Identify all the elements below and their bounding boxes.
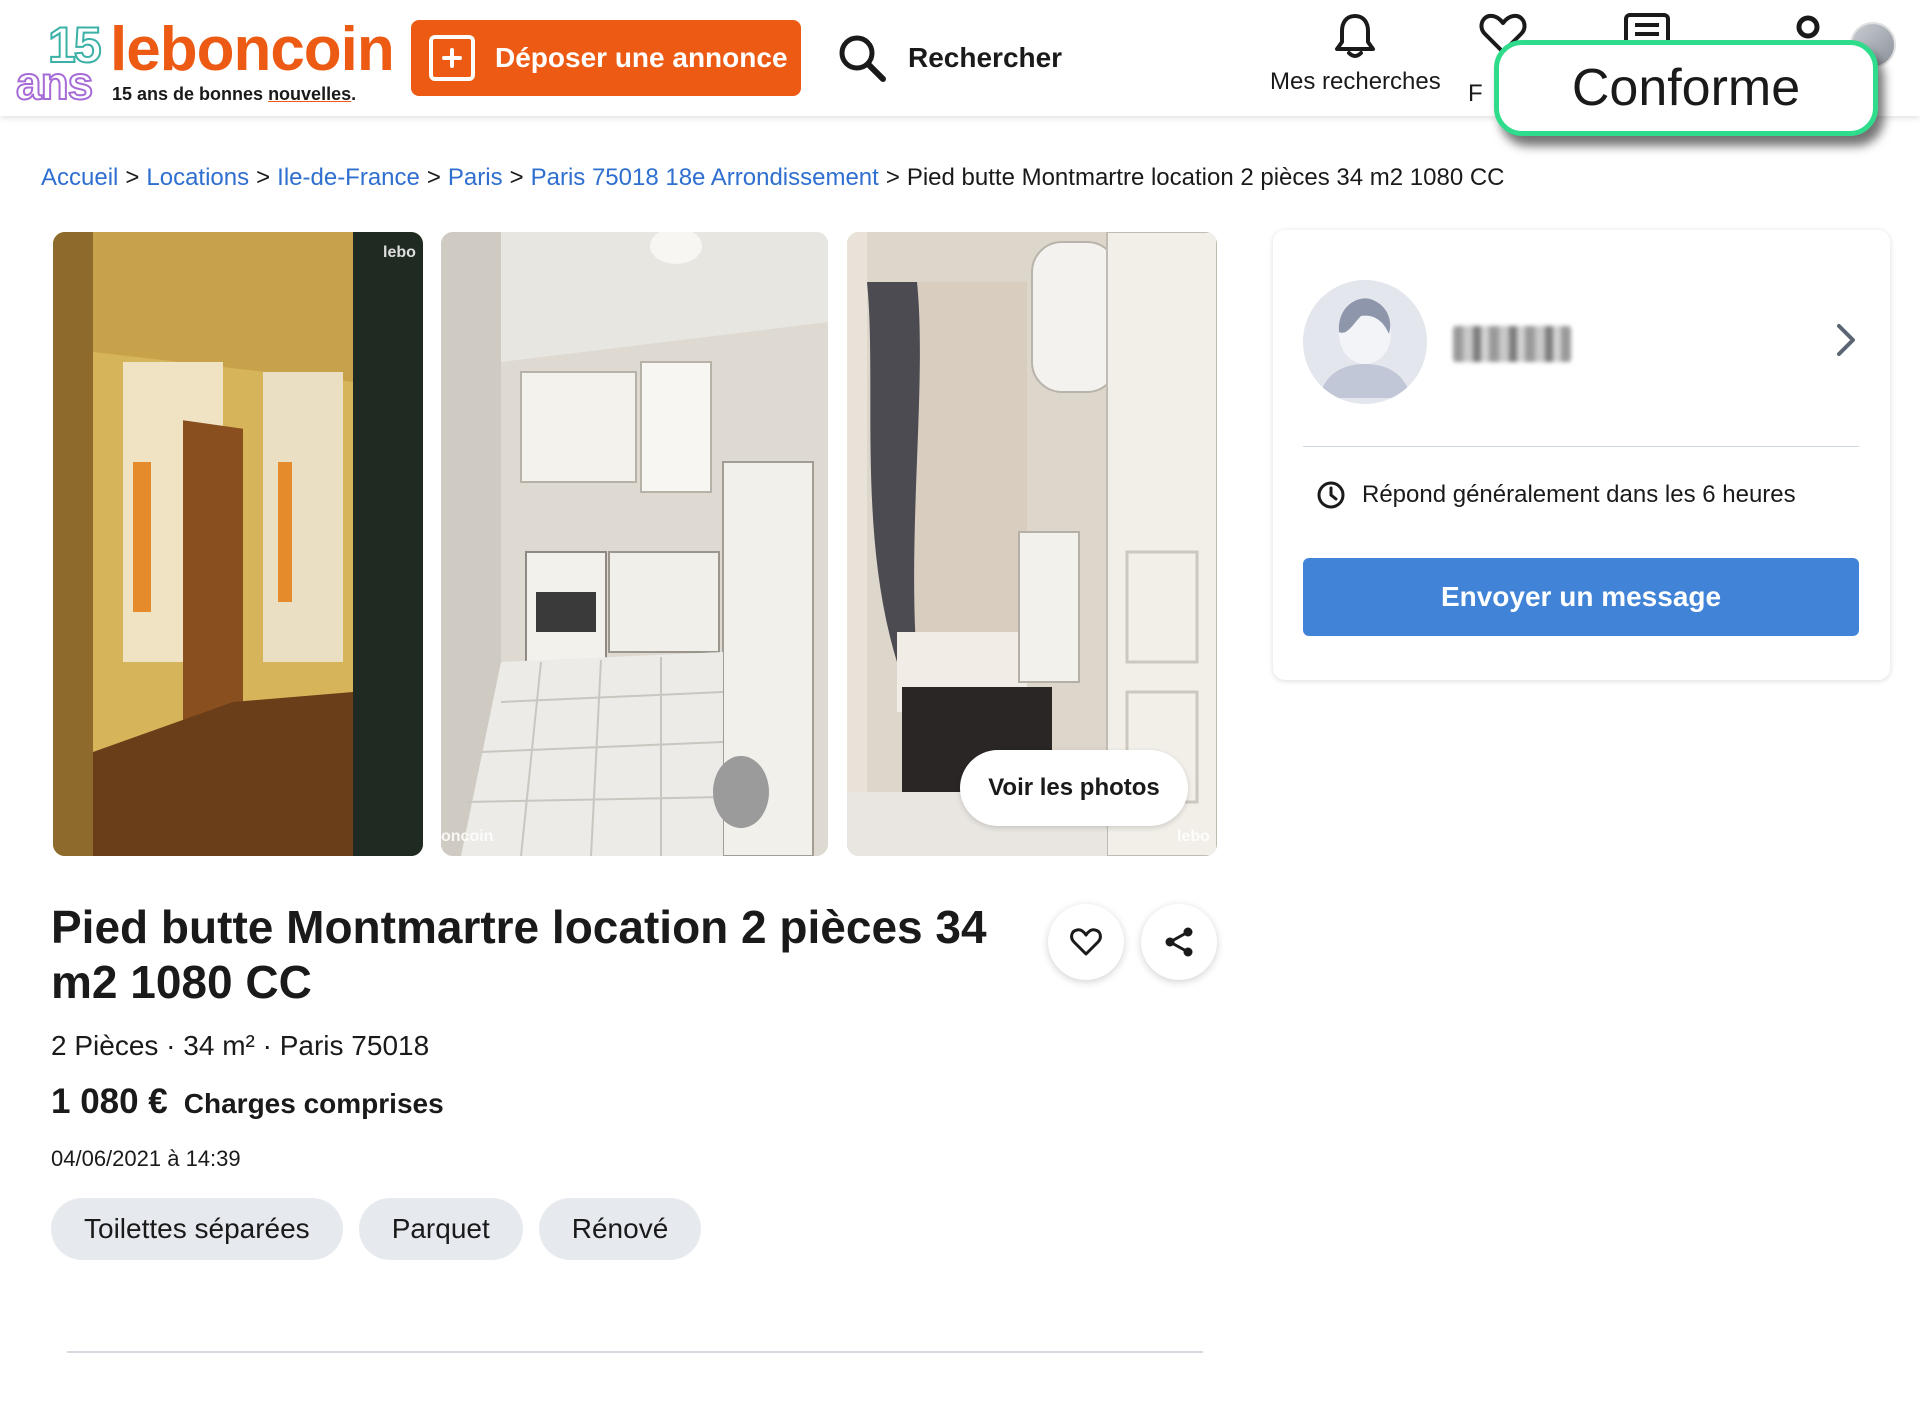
breadcrumb-separator: > xyxy=(509,164,524,191)
breadcrumb-separator: > xyxy=(125,164,140,191)
post-ad-label: Déposer une annonce xyxy=(495,42,788,73)
breadcrumb-locations[interactable]: Locations xyxy=(146,164,249,192)
breadcrumb-paris-75018[interactable]: Paris 75018 18e Arrondissement xyxy=(531,164,879,192)
breadcrumb-ile-de-france[interactable]: Ile-de-France xyxy=(277,164,420,192)
post-ad-button[interactable]: Déposer une annonce xyxy=(411,20,801,96)
conforme-label: Conforme xyxy=(1571,59,1801,117)
see-photos-button[interactable]: Voir les photos xyxy=(960,750,1188,826)
search-label: Rechercher xyxy=(908,42,1063,73)
nav-saved-searches-label: Mes recherches xyxy=(1270,68,1441,95)
listing-photo-hallway[interactable]: lebo xyxy=(53,232,423,856)
logo-tagline-prefix: 15 ans de bonnes xyxy=(112,84,269,104)
breadcrumb-separator: > xyxy=(426,164,441,191)
tag-item: Toilettes séparées xyxy=(51,1198,343,1260)
listing-date: 04/06/2021 à 14:39 xyxy=(51,1146,241,1171)
leboncoin-logo[interactable]: 15 ans leboncoin 15 ans de bonnes nouvel… xyxy=(14,14,395,110)
breadcrumb-paris[interactable]: Paris xyxy=(448,164,503,192)
price-row: 1 080 € Charges comprises xyxy=(51,1082,444,1122)
listing-photo-kitchen[interactable]: oncoin xyxy=(441,232,828,856)
listing-charges: Charges comprises xyxy=(183,1088,444,1119)
photo-watermark: lebo xyxy=(1177,828,1210,845)
conforme-badge: Conforme xyxy=(1494,40,1878,136)
seller-divider xyxy=(1303,446,1859,447)
share-button[interactable] xyxy=(1141,904,1217,980)
seller-profile-link[interactable] xyxy=(1303,280,1859,410)
favorite-button[interactable] xyxy=(1048,904,1124,980)
chevron-right-icon xyxy=(1837,324,1855,356)
kitchen-illustration xyxy=(441,232,828,856)
plus-icon xyxy=(429,35,475,81)
seller-name-blurred xyxy=(1453,326,1571,362)
breadcrumb: Accueil > Locations > Ile-de-France > Pa… xyxy=(41,164,1505,192)
user-icon xyxy=(1796,15,1820,39)
logo-brand: leboncoin xyxy=(110,15,395,84)
share-icon xyxy=(1165,927,1193,957)
breadcrumb-separator: > xyxy=(256,164,271,191)
response-time-label: Répond généralement dans les 6 heures xyxy=(1362,481,1796,508)
listing-title: Pied butte Montmartre location 2 pièces … xyxy=(51,901,987,1008)
breadcrumb-separator: > xyxy=(885,164,900,191)
logo-tagline-suffix: . xyxy=(351,84,357,104)
bell-icon xyxy=(1335,14,1376,58)
nav-favorites-label: F xyxy=(1468,80,1483,107)
logo-tagline-underlined: nouvelles xyxy=(268,84,352,104)
hallway-illustration xyxy=(53,232,423,856)
clock-icon xyxy=(1317,481,1345,509)
section-divider xyxy=(67,1351,1203,1353)
seller-avatar xyxy=(1303,280,1427,404)
tag-item: Parquet xyxy=(358,1198,523,1260)
tag-item: Rénové xyxy=(538,1198,702,1260)
listing-subtitle: 2 Pièces · 34 m² · Paris 75018 xyxy=(51,1030,430,1061)
photo-watermark: lebo xyxy=(383,244,416,261)
listing-price: 1 080 € xyxy=(51,1082,168,1121)
search-icon xyxy=(839,35,886,82)
heart-icon xyxy=(1070,928,1102,956)
photo-watermark: oncoin xyxy=(441,828,494,845)
logo-tagline: 15 ans de bonnes nouvelles. xyxy=(112,84,356,105)
nav-saved-searches[interactable]: Mes recherches xyxy=(1270,12,1441,96)
breadcrumb-current: Pied butte Montmartre location 2 pièces … xyxy=(906,164,1505,191)
person-icon xyxy=(1303,280,1427,404)
send-message-button[interactable]: Envoyer un message xyxy=(1303,558,1859,636)
breadcrumb-accueil[interactable]: Accueil xyxy=(41,164,118,192)
logo-ans: ans xyxy=(15,56,94,110)
seller-card: Répond généralement dans les 6 heures En… xyxy=(1273,230,1890,680)
response-time: Répond généralement dans les 6 heures xyxy=(1316,480,1796,510)
search-link[interactable]: Rechercher xyxy=(836,28,1062,88)
nav-account[interactable] xyxy=(1793,12,1823,42)
listing-tags: Toilettes séparées Parquet Rénové xyxy=(51,1198,717,1260)
